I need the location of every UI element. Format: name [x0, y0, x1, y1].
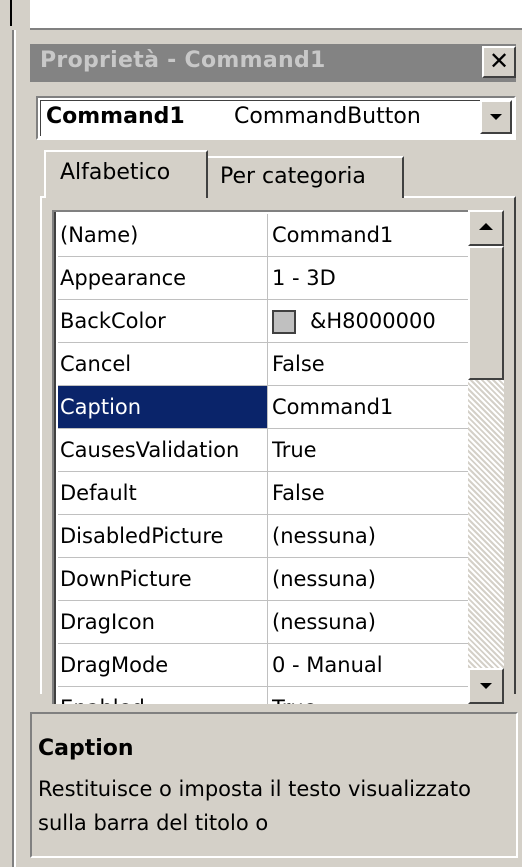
property-grid[interactable]: (Name) Command1 Appearance 1 - 3D BackCo…	[52, 210, 468, 704]
property-row[interactable]: Enabled True	[58, 687, 468, 704]
window-title: Proprietà - Command1	[40, 48, 326, 73]
property-row[interactable]: DisabledPicture (nessuna)	[58, 515, 468, 558]
property-row[interactable]: Appearance 1 - 3D	[58, 257, 468, 300]
description-pane: Caption Restituisce o imposta il testo v…	[30, 712, 518, 858]
scroll-down-button[interactable]	[468, 668, 504, 704]
property-name[interactable]: Default	[58, 472, 268, 514]
property-name[interactable]: (Name)	[58, 214, 268, 256]
property-row[interactable]: DragMode 0 - Manual	[58, 644, 468, 687]
properties-title-bar[interactable]: Proprietà - Command1 ✕	[30, 44, 516, 82]
property-value[interactable]: Command1	[272, 214, 468, 256]
object-selector[interactable]: Command1 CommandButton	[36, 96, 516, 140]
chevron-up-icon	[479, 223, 493, 230]
property-value[interactable]: 1 - 3D	[272, 257, 468, 299]
chevron-down-icon	[490, 114, 502, 120]
property-value-text: &H8000000	[310, 309, 436, 333]
property-name[interactable]: DragIcon	[58, 601, 268, 643]
object-name: Command1	[46, 104, 185, 129]
property-row-selected[interactable]: Caption Command1	[58, 386, 468, 429]
property-value[interactable]: &H8000000	[272, 300, 468, 342]
property-name[interactable]: BackColor	[58, 300, 268, 342]
property-row[interactable]: DownPicture (nessuna)	[58, 558, 468, 601]
property-row[interactable]: Default False	[58, 472, 468, 515]
property-row[interactable]: DragIcon (nessuna)	[58, 601, 468, 644]
description-title: Caption	[38, 736, 134, 761]
property-row[interactable]: BackColor &H8000000	[58, 300, 468, 343]
scroll-up-button[interactable]	[468, 210, 504, 246]
description-text: Restituisce o imposta il testo visualizz…	[38, 777, 471, 835]
property-name[interactable]: CausesValidation	[58, 429, 268, 471]
tab-per-categoria[interactable]: Per categoria	[206, 156, 404, 198]
vertical-scrollbar[interactable]	[468, 210, 504, 704]
tab-alfabetico[interactable]: Alfabetico	[44, 150, 208, 198]
property-row[interactable]: (Name) Command1	[58, 214, 468, 257]
property-row[interactable]: CausesValidation True	[58, 429, 468, 472]
property-name[interactable]: DisabledPicture	[58, 515, 268, 557]
property-value[interactable]: False	[272, 343, 468, 385]
property-value[interactable]: (nessuna)	[272, 558, 468, 600]
object-type: CommandButton	[234, 104, 421, 129]
chevron-down-icon	[480, 683, 492, 689]
tab-label: Per categoria	[220, 164, 366, 189]
close-button[interactable]: ✕	[482, 46, 516, 78]
property-value[interactable]: (nessuna)	[272, 515, 468, 557]
property-name[interactable]: DragMode	[58, 644, 268, 686]
property-name[interactable]: Appearance	[58, 257, 268, 299]
close-icon: ✕	[488, 47, 510, 75]
tab-label: Alfabetico	[60, 160, 171, 185]
property-value[interactable]: False	[272, 472, 468, 514]
top-strip	[0, 0, 522, 30]
text-caret	[10, 0, 12, 26]
property-value[interactable]: 0 - Manual	[272, 644, 468, 686]
color-swatch	[272, 310, 296, 334]
property-name[interactable]: DownPicture	[58, 558, 268, 600]
property-name[interactable]: Caption	[58, 386, 268, 428]
property-name[interactable]: Cancel	[58, 343, 268, 385]
property-value[interactable]: (nessuna)	[272, 601, 468, 643]
scroll-thumb[interactable]	[468, 246, 504, 380]
object-selector-dropdown-button[interactable]	[480, 100, 512, 134]
property-row[interactable]: Cancel False	[58, 343, 468, 386]
editor-area	[30, 0, 522, 30]
left-edge	[0, 30, 16, 867]
property-value[interactable]: Command1	[272, 386, 468, 428]
property-value[interactable]: True	[272, 687, 468, 704]
property-value[interactable]: True	[272, 429, 468, 471]
property-name[interactable]: Enabled	[58, 687, 268, 704]
